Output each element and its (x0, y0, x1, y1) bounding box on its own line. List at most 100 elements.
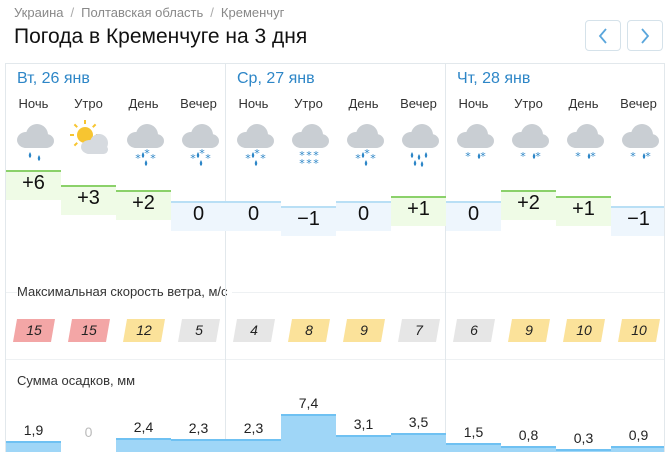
precipitation-bar-cap (281, 414, 336, 416)
cloud-snow-icon: * * (563, 120, 605, 168)
svg-text:*: * (370, 152, 376, 165)
svg-text:*: * (299, 157, 305, 168)
wind-speed-value: 12 (136, 322, 152, 338)
wind-speed-badge: 15 (68, 319, 110, 342)
cloud-snow-rain-icon: * * * (233, 120, 275, 168)
wind-speed-value: 9 (360, 322, 368, 338)
wind-speed-value: 5 (195, 322, 203, 338)
page-title: Погода в Кременчуге на 3 дня (14, 25, 308, 48)
svg-text:*: * (355, 152, 361, 165)
prev-button[interactable] (585, 20, 621, 51)
svg-text:*: * (190, 152, 196, 165)
wind-speed-badge: 10 (618, 319, 660, 342)
precipitation-bar-cap (501, 446, 556, 449)
wind-speed-value: 6 (470, 322, 478, 338)
time-of-day-label: Утро (514, 96, 543, 111)
svg-text:*: * (205, 152, 211, 165)
forecast-column: Вечер * * * 0 5 2,3 (171, 64, 226, 452)
precipitation-bar (226, 438, 281, 452)
time-of-day-label: Ночь (458, 96, 489, 111)
next-button[interactable] (627, 20, 663, 51)
precipitation-bar (501, 446, 556, 452)
precipitation-bar-cap (6, 440, 61, 443)
precipitation-value: 3,1 (353, 415, 374, 432)
time-of-day-label: Вечер (400, 96, 437, 111)
precipitation-value: 3,5 (408, 413, 429, 430)
cloud-snow-icon: * * (453, 120, 495, 168)
wind-speed-badge: 10 (563, 319, 605, 342)
forecast-column: Утро +3 15 0 (61, 64, 116, 452)
wind-speed-badge: 12 (123, 319, 165, 342)
wind-speed-badge: 9 (343, 319, 385, 342)
temperature-value: +1 (572, 197, 595, 220)
wind-speed-value: 15 (26, 322, 42, 338)
precipitation-bar-cap (336, 434, 391, 437)
precipitation-bar-cap (226, 438, 281, 441)
breadcrumb-city[interactable]: Кременчуг (221, 5, 284, 20)
svg-text:*: * (480, 150, 486, 163)
svg-text:*: * (306, 157, 312, 168)
precipitation-value: 0,8 (518, 427, 539, 444)
svg-text:*: * (520, 150, 526, 163)
cloud-snow-icon: * * (508, 120, 550, 168)
time-of-day-label: Вечер (620, 96, 657, 111)
svg-text:*: * (135, 152, 141, 165)
wind-speed-value: 15 (81, 322, 97, 338)
forecast-column: Ночь * * 0 6 1,5 (446, 64, 501, 452)
svg-text:*: * (645, 150, 651, 163)
precipitation-bar (281, 414, 336, 452)
precipitation-bar-cap (171, 438, 226, 441)
precipitation-bar-cap (391, 432, 446, 435)
breadcrumb-country[interactable]: Украина (14, 5, 64, 20)
temperature-value: +2 (132, 192, 155, 215)
breadcrumb: Украина / Полтавская область / Кременчуг (14, 5, 284, 20)
time-of-day-label: Ночь (18, 96, 49, 111)
precipitation-bar (556, 448, 611, 452)
precipitation-value: 2,4 (133, 419, 154, 436)
svg-text:*: * (150, 152, 156, 165)
wind-speed-value: 10 (576, 322, 592, 338)
wind-speed-badge: 7 (398, 319, 440, 342)
svg-text:*: * (535, 150, 541, 163)
wind-speed-badge: 8 (288, 319, 330, 342)
breadcrumb-separator: / (70, 5, 75, 20)
chevron-left-icon (598, 27, 607, 44)
precipitation-bar-cap (446, 442, 501, 445)
wind-speed-badge: 15 (13, 319, 55, 342)
forecast-column: День * * * +2 12 2,4 (116, 64, 171, 452)
forecast-column: Ночь * * * 0 4 2,3 (226, 64, 281, 452)
cloud-snow-rain-icon: * * * (178, 120, 220, 168)
temperature-value: +1 (407, 197, 430, 220)
cloud-rain-icon (13, 120, 55, 168)
temperature-value: 0 (467, 202, 480, 225)
time-of-day-label: День (568, 96, 599, 111)
cloud-snow-rain-icon: * * * (123, 120, 165, 168)
wind-speed-badge: 5 (178, 319, 220, 342)
time-of-day-label: Ночь (238, 96, 269, 111)
cloud-snow-icon: * * (618, 120, 660, 168)
svg-text:*: * (260, 152, 266, 165)
precipitation-value: 1,9 (23, 421, 44, 438)
temperature-value: +6 (22, 171, 45, 194)
wind-speed-value: 8 (305, 322, 313, 338)
precipitation-bar-cap (611, 445, 664, 448)
breadcrumb-region[interactable]: Полтавская область (81, 5, 203, 20)
forecast-column: День * * * 0 9 3,1 (336, 64, 391, 452)
precipitation-value: 7,4 (298, 395, 319, 411)
time-of-day-label: Вечер (180, 96, 217, 111)
wind-speed-value: 9 (525, 322, 533, 338)
precipitation-bar (391, 432, 446, 452)
time-of-day-label: Утро (74, 96, 103, 111)
precipitation-bar (116, 438, 171, 452)
sun-cloud-icon (68, 120, 110, 168)
forecast-column: Вечер * * −1 10 0,9 (611, 64, 664, 452)
precipitation-value: 2,3 (243, 419, 264, 436)
precipitation-value: 0,9 (628, 426, 649, 443)
wind-speed-badge: 6 (453, 319, 495, 342)
forecast-column: Ночь +6 15 1,9 (6, 64, 61, 452)
precipitation-bar (336, 434, 391, 452)
temperature-value: 0 (192, 202, 205, 225)
cloud-snow-rain-icon: * * * (343, 120, 385, 168)
forecast-column: День * * +1 10 0,3 (556, 64, 611, 452)
svg-text:*: * (590, 150, 596, 163)
